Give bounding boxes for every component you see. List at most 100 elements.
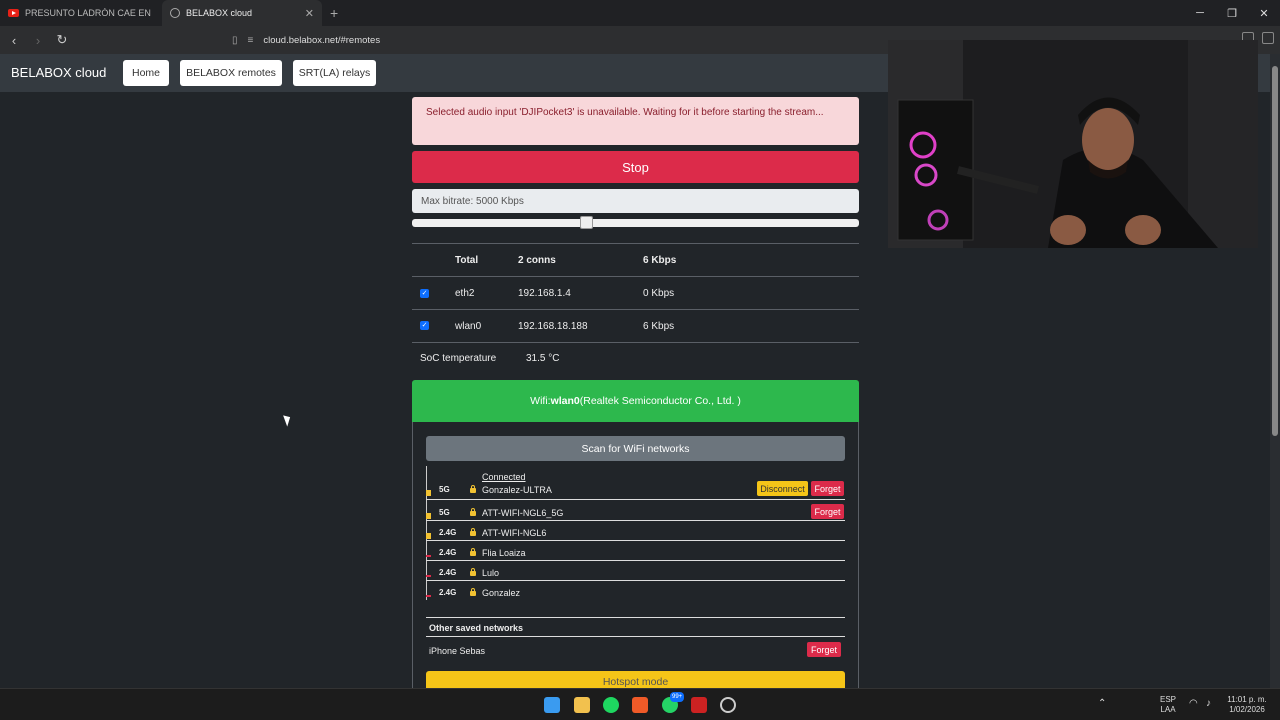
- taskbar: 99+ ⌃ ESP LAA ◠ ♪ 11:01 p. m. 1/02/2026: [0, 688, 1280, 720]
- signal-icon: [426, 575, 431, 577]
- signal-icon: [426, 490, 431, 496]
- app-icon[interactable]: [691, 697, 707, 713]
- ssid: Gonzalez-ULTRA: [482, 485, 552, 495]
- webcam-overlay: [888, 40, 1258, 248]
- soc-label: SoC temperature: [420, 353, 497, 364]
- total-rate: 6 Kbps: [643, 255, 677, 266]
- total-conns: 2 conns: [518, 255, 556, 266]
- wifi-prefix: Wifi:: [530, 395, 551, 407]
- lock-icon: [470, 568, 476, 576]
- band-label: 5G: [439, 508, 450, 517]
- signal-icon: [426, 595, 431, 597]
- disconnect-button[interactable]: Disconnect: [757, 481, 808, 496]
- divider: [412, 276, 859, 277]
- address-bar[interactable]: ▯ ≡ cloud.belabox.net/#remotes: [232, 35, 380, 46]
- band-label: 2.4G: [439, 568, 457, 577]
- lock-icon: [470, 485, 476, 493]
- signal-icon: [426, 513, 431, 519]
- date: 1/02/2026: [1229, 705, 1265, 714]
- conn-iface: eth2: [455, 288, 475, 299]
- conn-rate: 0 Kbps: [643, 288, 675, 299]
- window-controls: ─ ❐ ✕: [1184, 0, 1280, 26]
- url-text: cloud.belabox.net/#remotes: [263, 34, 381, 46]
- webcam-image: [888, 40, 1258, 248]
- bitrate-slider[interactable]: [412, 216, 859, 229]
- back-icon[interactable]: ‹: [4, 33, 24, 48]
- start-icon[interactable]: [544, 697, 560, 713]
- band-label: 2.4G: [439, 528, 457, 537]
- divider: [412, 243, 859, 244]
- lock-icon: [470, 548, 476, 556]
- forget-button[interactable]: Forget: [811, 504, 844, 519]
- conn-rate: 6 Kbps: [643, 321, 675, 332]
- file-explorer-icon[interactable]: [574, 697, 590, 713]
- clock[interactable]: 11:01 p. m. 1/02/2026: [1222, 695, 1272, 715]
- divider: [412, 309, 859, 310]
- nav-home-button[interactable]: Home: [123, 60, 169, 86]
- tab-belabox[interactable]: BELABOX cloud ✕: [162, 0, 322, 26]
- restore-icon[interactable]: ❐: [1216, 0, 1248, 26]
- stop-button[interactable]: Stop: [412, 151, 859, 183]
- bookmark-icon[interactable]: ▯: [232, 35, 238, 46]
- divider: [412, 342, 859, 343]
- tab-title: BELABOX cloud: [186, 8, 253, 18]
- language-indicator[interactable]: ESP LAA: [1160, 695, 1176, 715]
- wlan0-checkbox[interactable]: ✓: [420, 321, 429, 330]
- new-tab-icon[interactable]: +: [330, 5, 338, 21]
- page-scrollbar[interactable]: [1270, 54, 1280, 688]
- forward-icon[interactable]: ›: [28, 33, 48, 48]
- saved-ssid: iPhone Sebas: [429, 646, 486, 656]
- chevron-up-icon[interactable]: ⌃: [1098, 699, 1106, 709]
- other-saved-heading: Other saved networks: [429, 623, 524, 633]
- tab-title: PRESUNTO LADRÓN CAE EN FLAG: [25, 8, 154, 18]
- conn-ip: 192.168.1.4: [518, 288, 571, 299]
- nav-remotes-button[interactable]: BELABOX remotes: [180, 60, 282, 86]
- lock-icon: [470, 528, 476, 536]
- volume-icon[interactable]: ♪: [1206, 699, 1211, 709]
- signal-icon: [426, 555, 431, 557]
- reload-icon[interactable]: ↻: [52, 32, 72, 48]
- spotify-icon[interactable]: [603, 697, 619, 713]
- soc-value: 31.5 °C: [526, 353, 560, 364]
- bitrate-label: Max bitrate: 5000 Kbps: [412, 189, 859, 213]
- nav-relays-button[interactable]: SRT(LA) relays: [293, 60, 376, 86]
- eth2-checkbox[interactable]: ✓: [420, 289, 429, 298]
- notification-badge: 99+: [670, 692, 685, 702]
- ssid: ATT-WIFI-NGL6: [482, 528, 547, 538]
- scan-wifi-button[interactable]: Scan for WiFi networks: [426, 436, 845, 461]
- menu-icon[interactable]: [1262, 32, 1274, 44]
- slider-thumb[interactable]: [580, 216, 594, 229]
- browser-tabstrip: PRESUNTO LADRÓN CAE EN FLAG BELABOX clou…: [0, 0, 1280, 26]
- lang-2: LAA: [1160, 705, 1176, 714]
- time: 11:01 p. m.: [1227, 695, 1267, 704]
- brave-icon[interactable]: [632, 697, 648, 713]
- ssid: Flia Loaiza: [482, 548, 526, 558]
- scrollbar-thumb[interactable]: [1272, 66, 1278, 436]
- close-tab-icon[interactable]: ✕: [305, 7, 314, 20]
- lang-1: ESP: [1160, 695, 1177, 704]
- forget-saved-button[interactable]: Forget: [807, 642, 841, 657]
- connected-label: Connected: [482, 472, 526, 482]
- wifi-header: Wifi: wlan0 (Realtek Semiconductor Co., …: [412, 380, 859, 422]
- forget-button[interactable]: Forget: [811, 481, 844, 496]
- divider: [426, 636, 845, 637]
- hotspot-button[interactable]: Hotspot mode: [426, 671, 845, 688]
- lock-icon: [470, 588, 476, 596]
- wifi-vendor: (Realtek Semiconductor Co., Ltd. ): [579, 395, 741, 407]
- lock-icon: [470, 508, 476, 516]
- settings-icon[interactable]: [720, 697, 736, 713]
- ssid: Lulo: [482, 568, 500, 578]
- band-label: 2.4G: [439, 548, 457, 557]
- wifi-iface: wlan0: [550, 395, 580, 407]
- site-info-icon[interactable]: ≡: [248, 35, 254, 46]
- close-window-icon[interactable]: ✕: [1248, 0, 1280, 26]
- brand[interactable]: BELABOX cloud: [11, 65, 106, 80]
- minimize-icon[interactable]: ─: [1184, 0, 1216, 26]
- youtube-icon: [8, 9, 19, 17]
- signal-icon: [426, 533, 431, 539]
- wifi-icon[interactable]: ◠: [1189, 699, 1198, 709]
- divider: [426, 617, 845, 618]
- site-icon: [170, 8, 180, 18]
- tab-youtube[interactable]: PRESUNTO LADRÓN CAE EN FLAG: [0, 0, 162, 26]
- ssid: Gonzalez: [482, 588, 521, 598]
